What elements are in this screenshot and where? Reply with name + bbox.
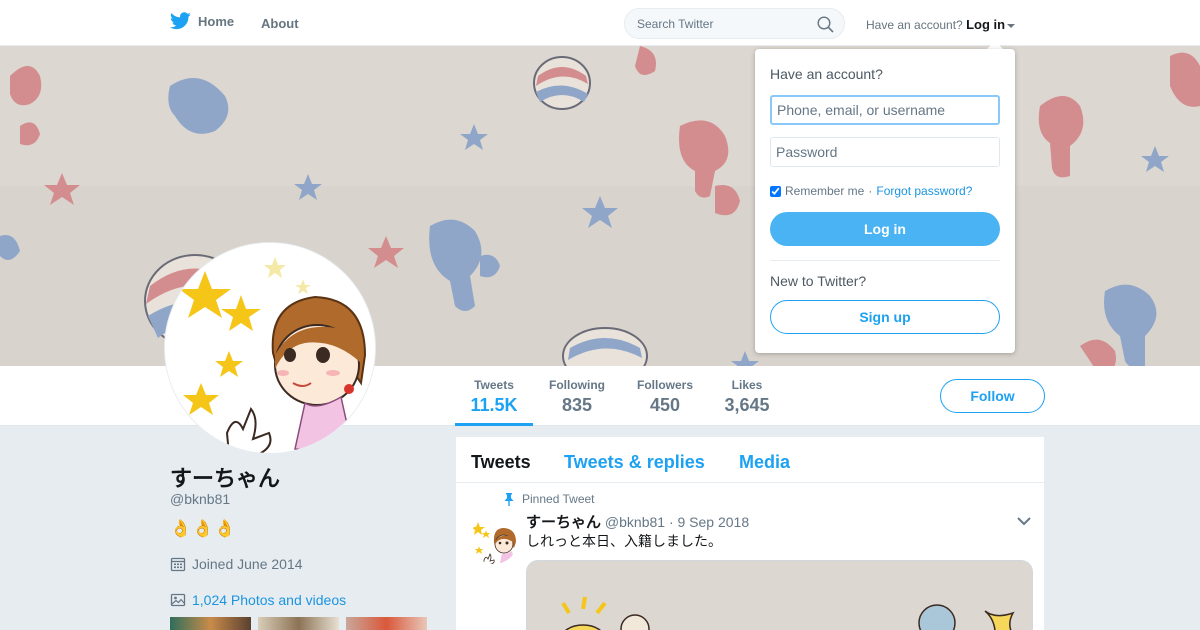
stat-likes[interactable]: Likes 3,645 — [717, 378, 777, 416]
joined-date-text: Joined June 2014 — [192, 556, 303, 572]
chevron-down-icon[interactable] — [1017, 516, 1031, 526]
tweet-photo — [527, 561, 1032, 630]
login-dropdown: Have an account? Remember me · Forgot pa… — [755, 49, 1015, 353]
tab-media[interactable]: Media — [739, 452, 790, 473]
pinned-tweet-text: Pinned Tweet — [522, 492, 595, 506]
calendar-icon — [170, 557, 186, 572]
media-thumbnail[interactable] — [170, 617, 251, 630]
dropdown-arrow — [987, 41, 1003, 49]
tweet-author-handle[interactable]: @bknb81 — [605, 514, 665, 530]
separator-dot: · — [868, 184, 873, 198]
remember-me-checkbox[interactable] — [770, 185, 781, 197]
tweet-header: すーちゃん @bknb81 · 9 Sep 2018 — [526, 511, 749, 532]
tweet-author-name[interactable]: すーちゃん — [526, 514, 601, 531]
forgot-password-link[interactable]: Forgot password? — [876, 184, 972, 198]
login-menu[interactable]: Have an account? Log in — [866, 17, 1016, 32]
pin-icon — [504, 492, 514, 506]
stat-following-value: 835 — [561, 395, 593, 415]
stat-followers[interactable]: Followers 450 — [633, 378, 697, 416]
password-field[interactable] — [770, 137, 1000, 167]
username-field[interactable] — [770, 95, 1000, 125]
caret-down-icon — [1007, 23, 1016, 28]
media-thumbnail[interactable] — [346, 617, 427, 630]
tweet-date[interactable]: · 9 Sep 2018 — [669, 514, 749, 530]
search-input[interactable] — [625, 9, 805, 38]
active-tab-indicator — [455, 423, 533, 426]
photo-icon — [170, 593, 186, 607]
profile-avatar[interactable] — [164, 242, 376, 454]
login-menu-link[interactable]: Log in — [966, 17, 1005, 32]
profile-bio: 👌👌👌 — [170, 519, 237, 538]
dropdown-title: Have an account? — [770, 66, 883, 82]
stat-following[interactable]: Following 835 — [545, 378, 609, 416]
stat-likes-value: 3,645 — [724, 395, 770, 415]
stat-followers-label: Followers — [636, 378, 693, 392]
stat-likes-label: Likes — [731, 378, 763, 392]
stat-tweets-label: Tweets — [474, 378, 514, 392]
search-icon[interactable] — [817, 16, 834, 33]
top-navigation: Home About Have an account? Log in — [0, 0, 1200, 46]
profile-name: すーちゃん — [170, 466, 281, 491]
stat-tweets-value: 11.5K — [470, 395, 518, 415]
nav-about-link[interactable]: About — [261, 16, 299, 31]
tweet-avatar-image — [470, 516, 518, 564]
stat-tweets[interactable]: Tweets 11.5K — [455, 378, 533, 416]
tweet-avatar[interactable] — [470, 516, 518, 564]
tab-tweets[interactable]: Tweets — [471, 452, 531, 473]
stat-following-label: Following — [549, 378, 605, 392]
avatar-illustration — [165, 243, 375, 453]
remember-me-label: Remember me — [785, 184, 865, 198]
pinned-tweet-label: Pinned Tweet — [504, 492, 595, 506]
follow-button[interactable]: Follow — [940, 379, 1045, 413]
dropdown-divider — [770, 260, 1000, 261]
media-thumbnails — [170, 617, 427, 630]
search-box — [624, 8, 845, 39]
signup-button[interactable]: Sign up — [770, 300, 1000, 334]
remember-me-row: Remember me · Forgot password? — [770, 184, 972, 198]
nav-home-label: Home — [198, 13, 235, 29]
joined-date: Joined June 2014 — [170, 556, 303, 572]
photos-videos-link[interactable]: 1,024 Photos and videos — [170, 592, 346, 608]
stat-followers-value: 450 — [649, 395, 681, 415]
profile-handle[interactable]: @bknb81 — [170, 491, 230, 507]
new-to-twitter-label: New to Twitter? — [770, 273, 867, 289]
tweet-text: しれっと本日、入籍しました。 — [526, 533, 722, 549]
twitter-bird-icon — [170, 12, 191, 30]
tweet-media-image[interactable] — [526, 560, 1033, 630]
nav-home-link[interactable]: Home — [170, 12, 234, 30]
media-thumbnail[interactable] — [258, 617, 339, 630]
have-account-label: Have an account? — [866, 18, 963, 32]
timeline-tabs: Tweets Tweets & replies Media — [456, 437, 1044, 483]
photos-videos-label: 1,024 Photos and videos — [192, 592, 347, 608]
tab-tweets-replies[interactable]: Tweets & replies — [564, 452, 705, 473]
login-button[interactable]: Log in — [770, 212, 1000, 246]
timeline-panel: Tweets Tweets & replies Media Pinned Twe… — [456, 437, 1044, 630]
